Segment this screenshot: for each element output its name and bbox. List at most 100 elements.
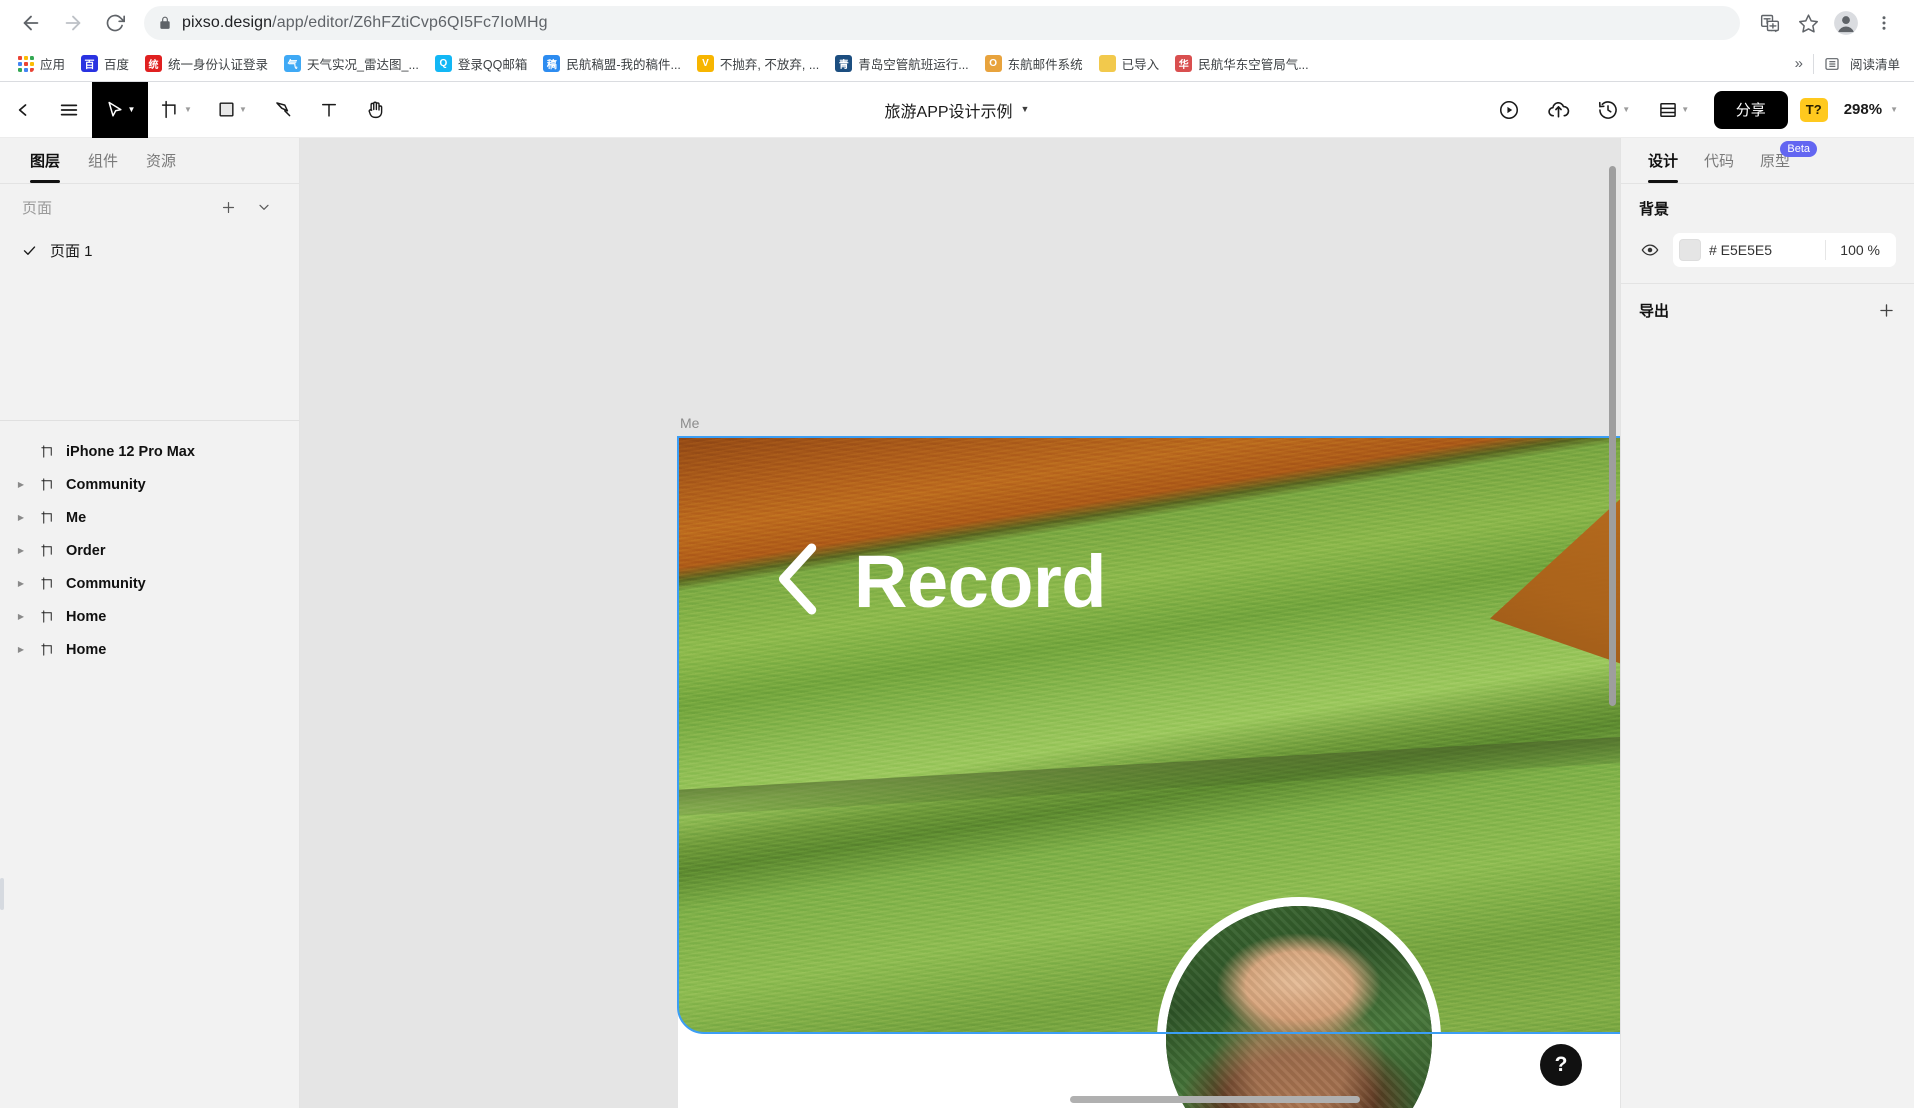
back-chevron-icon[interactable]	[0, 87, 46, 133]
layer-row[interactable]: ▶ Order	[0, 534, 299, 567]
bookmark-item[interactable]: 华 民航华东空管局气...	[1168, 50, 1315, 77]
expand-arrow-icon[interactable]: ▶	[14, 546, 28, 555]
pen-tool[interactable]	[260, 87, 306, 133]
page-item-1[interactable]: 页面 1	[0, 230, 299, 270]
bookmark-item[interactable]: 气 天气实况_雷达图_...	[277, 50, 426, 77]
expand-arrow-icon[interactable]: ▶	[14, 645, 28, 654]
expand-arrow-icon[interactable]: ▶	[14, 612, 28, 621]
browser-reload-button[interactable]	[96, 4, 134, 42]
layer-row[interactable]: ▶ Home	[0, 633, 299, 666]
hamburger-menu-icon[interactable]	[46, 87, 92, 133]
bookmark-item[interactable]: 统 统一身份认证登录	[138, 50, 275, 77]
bookmark-apps[interactable]: 应用	[10, 50, 72, 77]
plus-icon[interactable]	[1877, 301, 1896, 320]
address-bar[interactable]: pixso.design/app/editor/Z6hFZtiCvp6QI5Fc…	[144, 6, 1740, 40]
editor-toolbar: ▼ ▼ ▼ 旅游APP设计示例 ▼ ▼ ▼ 分享 T? 298% ▼	[0, 81, 1914, 138]
translate-icon[interactable]	[1752, 5, 1788, 41]
color-swatch[interactable]	[1679, 239, 1701, 261]
eye-visible-icon[interactable]	[1639, 241, 1661, 259]
layer-row[interactable]: ▶ Home	[0, 600, 299, 633]
bookmark-item[interactable]: V 不抛弃, 不放弃, ...	[690, 50, 826, 77]
frame-name-label[interactable]: Me	[680, 415, 699, 431]
tab-layers[interactable]: 图层	[16, 138, 74, 183]
bookmark-item[interactable]: 青 青岛空管航班运行...	[828, 50, 975, 77]
layer-row[interactable]: iPhone 12 Pro Max	[0, 435, 299, 468]
rectangle-tool[interactable]: ▼	[204, 87, 260, 133]
tab-code[interactable]: 代码	[1691, 138, 1747, 183]
chevron-down-icon[interactable]: ▼	[128, 105, 136, 114]
right-panel: 设计 代码 原型 Beta 背景 # E5E5E5 100 % 导出	[1620, 138, 1914, 1108]
bookmark-label: 民航华东空管局气...	[1198, 58, 1309, 72]
help-button[interactable]: ?	[1540, 1044, 1582, 1086]
tab-resources[interactable]: 资源	[132, 138, 190, 183]
layer-label: Me	[66, 509, 87, 526]
plus-icon[interactable]	[215, 194, 241, 220]
hero-landscape-image[interactable]: Record	[678, 437, 1620, 1033]
tab-design[interactable]: 设计	[1635, 138, 1691, 183]
share-button[interactable]: 分享	[1713, 90, 1788, 129]
layer-row[interactable]: ▶ Community	[0, 567, 299, 600]
reading-list-icon[interactable]	[1824, 56, 1840, 72]
canvas-vertical-scrollbar[interactable]	[1609, 166, 1616, 706]
layer-row[interactable]: ▶ Me	[0, 501, 299, 534]
star-icon[interactable]	[1790, 5, 1826, 41]
back-chevron-icon[interactable]	[770, 541, 828, 622]
reading-list-label[interactable]: 阅读清单	[1850, 54, 1900, 73]
chevron-down-icon[interactable]: ▼	[1021, 105, 1030, 114]
artboard[interactable]: Record All categories	[678, 437, 1620, 1108]
color-hex-value[interactable]: # E5E5E5	[1709, 242, 1817, 258]
sidebar-scrollbar[interactable]	[0, 878, 4, 910]
folder-icon	[1098, 55, 1116, 72]
profile-avatar-icon[interactable]	[1828, 5, 1864, 41]
expand-arrow-icon[interactable]: ▶	[14, 513, 28, 522]
three-dot-menu-icon[interactable]	[1866, 5, 1902, 41]
chevron-down-icon[interactable]: ▼	[1622, 105, 1630, 114]
bookmark-label: 登录QQ邮箱	[457, 58, 528, 72]
chevron-down-icon[interactable]: ▼	[1890, 105, 1898, 114]
bookmark-folder[interactable]: 已导入	[1092, 50, 1167, 77]
bookmark-label: 天气实况_雷达图_...	[307, 58, 419, 72]
site-favicon-icon: 气	[284, 55, 302, 72]
bookmark-item[interactable]: O 东航邮件系统	[978, 50, 1090, 77]
design-canvas[interactable]: Me Record ?	[300, 138, 1620, 1108]
play-present-icon[interactable]	[1486, 87, 1532, 133]
divider	[1825, 240, 1827, 260]
cloud-upload-icon[interactable]	[1536, 87, 1582, 133]
tab-components[interactable]: 组件	[74, 138, 132, 183]
document-title[interactable]: 旅游APP设计示例 ▼	[885, 98, 1030, 122]
bookmarks-overflow-button[interactable]: »	[1795, 55, 1803, 72]
frame-tool[interactable]: ▼	[148, 87, 204, 133]
url-host: pixso.design	[182, 14, 273, 31]
plan-badge[interactable]: T?	[1799, 97, 1828, 122]
browser-chrome: pixso.design/app/editor/Z6hFZtiCvp6QI5Fc…	[0, 0, 1914, 82]
bookmark-label: 应用	[40, 58, 66, 72]
expand-arrow-icon[interactable]: ▶	[14, 480, 28, 489]
bookmark-item[interactable]: 稿 民航稿盟-我的稿件...	[536, 50, 688, 77]
background-color-field[interactable]: # E5E5E5 100 %	[1673, 233, 1896, 267]
chevron-down-icon[interactable]: ▼	[239, 105, 247, 114]
tab-prototype[interactable]: 原型 Beta	[1747, 138, 1818, 183]
zoom-control[interactable]: 298% ▼	[1844, 101, 1898, 118]
expand-arrow-icon[interactable]: ▶	[14, 579, 28, 588]
history-clock-icon[interactable]: ▼	[1586, 87, 1642, 133]
layout-panel-icon[interactable]: ▼	[1646, 87, 1702, 133]
avatar[interactable]	[1157, 897, 1441, 1108]
browser-back-button[interactable]	[12, 4, 50, 42]
bookmark-item[interactable]: 百 百度	[74, 50, 136, 77]
toolbar-left-group: ▼ ▼ ▼	[0, 81, 398, 138]
chevron-down-icon[interactable]: ▼	[184, 105, 192, 114]
bookmarks-bar: 应用 百 百度 统 统一身份认证登录 气 天气实况_雷达图_... Q 登录QQ…	[0, 46, 1914, 82]
bookmark-item[interactable]: Q 登录QQ邮箱	[428, 50, 534, 77]
chevron-down-icon[interactable]	[251, 194, 277, 220]
layer-row[interactable]: ▶ Community	[0, 468, 299, 501]
opacity-value[interactable]: 100 %	[1834, 242, 1890, 258]
bookmarks-overflow-area: » 阅读清单	[1795, 53, 1904, 74]
left-sidebar: 图层 组件 资源 页面 页面 1 iPhone 12 Pro Max ▶ Com…	[0, 138, 300, 1108]
chevron-down-icon[interactable]: ▼	[1681, 105, 1689, 114]
site-favicon-icon: V	[696, 55, 714, 72]
text-tool[interactable]	[306, 87, 352, 133]
browser-forward-button[interactable]	[54, 4, 92, 42]
cursor-select-tool[interactable]: ▼	[92, 81, 148, 138]
canvas-horizontal-scrollbar[interactable]	[1070, 1096, 1360, 1103]
hand-tool[interactable]	[352, 87, 398, 133]
